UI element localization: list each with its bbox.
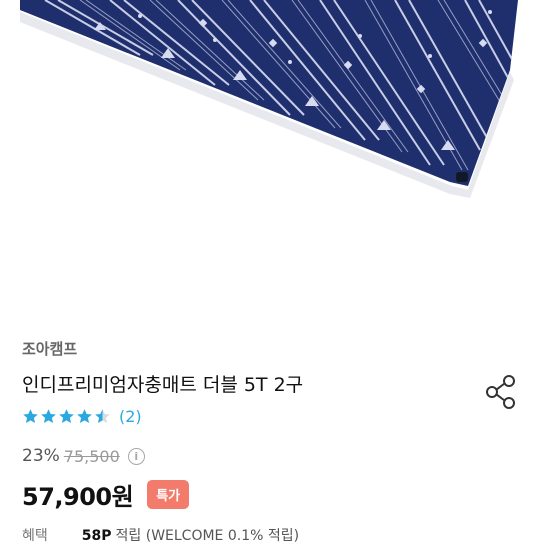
share-icon [486, 375, 515, 409]
discount-row: 23% 75,500 i [22, 446, 145, 466]
benefit-points: 58P [81, 528, 112, 544]
star-rating [22, 408, 111, 425]
info-icon[interactable]: i [127, 447, 145, 465]
review-count[interactable]: (2) [119, 407, 142, 426]
product-photo-mat [20, 0, 518, 198]
star-icon [95, 409, 110, 423]
original-price: 75,500 [63, 446, 120, 466]
price-row: 57,900원 특가 [22, 477, 190, 512]
rating-row[interactable]: (2) [22, 407, 142, 426]
benefit-row: 혜택 58P 적립 (WELCOME 0.1% 적립) [22, 525, 299, 545]
product-image[interactable] [0, 0, 540, 318]
brand-name[interactable]: 조아캠프 [22, 338, 77, 359]
product-title: 인디프리미엄자충매트 더블 5T 2구 [22, 374, 304, 396]
share-button[interactable] [484, 374, 518, 410]
sale-price: 57,900원 [22, 483, 134, 511]
benefit-text: 적립 (WELCOME 0.1% 적립) [115, 528, 300, 544]
star-icon [41, 409, 56, 423]
star-icon [23, 409, 38, 423]
star-icon [77, 409, 92, 423]
special-badge: 특가 [147, 480, 190, 509]
discount-rate: 23% [22, 446, 60, 466]
star-icon [59, 409, 74, 423]
benefit-label: 혜택 [22, 528, 48, 544]
